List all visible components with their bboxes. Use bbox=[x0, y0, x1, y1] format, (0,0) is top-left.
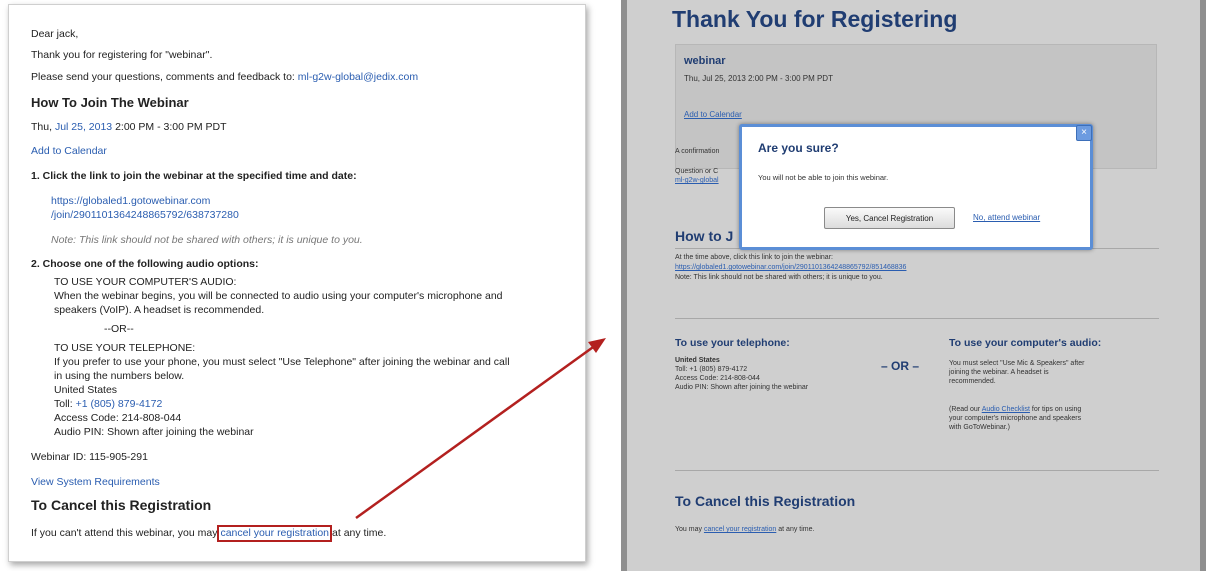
computer-audio-heading: TO USE YOUR COMPUTER'S AUDIO: bbox=[54, 276, 237, 288]
audio-checklist-link[interactable]: Audio Checklist bbox=[982, 406, 1030, 413]
cancel-registration-link[interactable]: cancel your registration bbox=[704, 526, 776, 533]
system-requirements-link[interactable]: View System Requirements bbox=[31, 476, 160, 488]
telephone-toll: Toll: +1 (805) 879-4172 bbox=[675, 366, 748, 373]
join-link[interactable]: https://globaled1.gotowebinar.com bbox=[51, 195, 210, 207]
telephone-access-code: Access Code: 214-808-044 bbox=[54, 412, 182, 424]
email-add-to-calendar[interactable]: Add to Calendar bbox=[31, 145, 107, 158]
toll-number-link[interactable]: +1 (805) 879-4172 bbox=[76, 398, 163, 410]
yes-cancel-registration-button[interactable]: Yes, Cancel Registration bbox=[824, 207, 955, 229]
page-title: Thank You for Registering bbox=[672, 6, 958, 32]
cancel-sentence: If you can't attend this webinar, you ma… bbox=[31, 525, 386, 542]
audio-checklist-suffix: for tips on using bbox=[1031, 406, 1082, 413]
join-url-link[interactable]: https://globaled1.gotowebinar.com/join/2… bbox=[675, 264, 906, 271]
email-feedback: Please send your questions, comments and… bbox=[31, 71, 418, 84]
or-divider: --OR-- bbox=[104, 323, 134, 335]
step-2-text: 2. Choose one of the following audio opt… bbox=[31, 258, 259, 270]
computer-audio-heading: To use your computer's audio: bbox=[949, 337, 1102, 349]
registration-page: Thank You for Registering webinar Thu, J… bbox=[621, 0, 1206, 571]
join-link-continued[interactable]: /join/2901101364248865792/638737280 bbox=[51, 209, 239, 221]
computer-audio-line-2: joining the webinar. A headset is bbox=[949, 369, 1049, 376]
cancel-heading: To Cancel this Registration bbox=[675, 493, 856, 509]
cancel-prefix: If you can't attend this webinar, you ma… bbox=[31, 527, 218, 539]
telephone-toll: Toll: +1 (805) 879-4172 bbox=[54, 398, 162, 411]
cancel-heading: To Cancel this Registration bbox=[31, 497, 212, 513]
close-icon[interactable]: × bbox=[1076, 125, 1092, 141]
questions-email-link[interactable]: ml-g2w-global bbox=[675, 177, 719, 184]
computer-audio-line-4: (Read our Audio Checklist for tips on us… bbox=[949, 406, 1081, 413]
add-to-calendar-link[interactable]: Add to Calendar bbox=[31, 145, 107, 157]
event-name: webinar bbox=[684, 55, 726, 67]
unique-link-note: Note: This link should not be shared wit… bbox=[51, 234, 363, 246]
cancel-prefix: You may bbox=[675, 526, 702, 533]
step-1-text: 1. Click the link to join the webinar at… bbox=[31, 170, 357, 182]
telephone-heading: To use your telephone: bbox=[675, 337, 790, 349]
computer-audio-line-6: with GoToWebinar.) bbox=[949, 424, 1010, 431]
cancel-sentence: You may cancel your registration at any … bbox=[675, 526, 814, 533]
audio-checklist-prefix: (Read our bbox=[949, 406, 981, 413]
computer-audio-line-2: speakers (VoIP). A headset is recommende… bbox=[54, 304, 265, 316]
computer-audio-line-1: When the webinar begins, you will be con… bbox=[54, 290, 503, 302]
join-note: Note: This link should not be shared wit… bbox=[675, 274, 883, 281]
dialog-title: Are you sure? bbox=[758, 141, 839, 155]
confirm-cancel-dialog: × Are you sure? You will not be able to … bbox=[739, 124, 1093, 250]
webinar-id: Webinar ID: 115-905-291 bbox=[31, 451, 148, 463]
email-date: Thu, Jul 25, 2013 2:00 PM - 3:00 PM PDT bbox=[31, 121, 227, 134]
cancel-suffix: at any time. bbox=[778, 526, 815, 533]
toll-prefix: Toll: bbox=[54, 398, 73, 410]
telephone-heading: TO USE YOUR TELEPHONE: bbox=[54, 342, 196, 354]
or-divider: – OR – bbox=[881, 359, 920, 373]
join-link-line-1[interactable]: https://globaled1.gotowebinar.com bbox=[51, 195, 210, 208]
telephone-audio-pin: Audio PIN: Shown after joining the webin… bbox=[675, 384, 809, 391]
how-to-join-heading: How To Join The Webinar bbox=[31, 95, 189, 110]
event-time: Thu, Jul 25, 2013 2:00 PM - 3:00 PM PDT bbox=[684, 74, 833, 83]
dialog-message: You will not be able to join this webina… bbox=[758, 173, 889, 182]
how-to-join-heading: How to J bbox=[675, 228, 734, 244]
cancel-suffix: at any time. bbox=[332, 527, 387, 539]
arrow-head bbox=[588, 338, 606, 353]
join-link-line-2[interactable]: /join/2901101364248865792/638737280 bbox=[51, 209, 239, 222]
date-prefix: Thu, bbox=[31, 121, 53, 133]
telephone-audio-pin: Audio PIN: Shown after joining the webin… bbox=[54, 426, 254, 438]
computer-audio-line-3: recommended. bbox=[949, 378, 996, 385]
feedback-email-link[interactable]: ml-g2w-global@jedix.com bbox=[298, 71, 418, 83]
cancel-registration-link[interactable]: cancel your registration bbox=[217, 525, 333, 542]
questions-text: Question or C bbox=[675, 168, 719, 175]
telephone-line-2: in using the numbers below. bbox=[54, 370, 185, 382]
email-greeting: Dear jack, bbox=[31, 28, 79, 40]
telephone-country: United States bbox=[675, 357, 720, 364]
time-text: 2:00 PM - 3:00 PM PDT bbox=[115, 121, 227, 133]
computer-audio-line-1: You must select "Use Mic & Speakers" aft… bbox=[949, 360, 1085, 367]
telephone-line-1: If you prefer to use your phone, you mus… bbox=[54, 356, 510, 368]
no-attend-webinar-link[interactable]: No, attend webinar bbox=[973, 213, 1040, 222]
telephone-access-code: Access Code: 214-808-044 bbox=[675, 375, 760, 382]
add-to-calendar-link[interactable]: Add to Calendar bbox=[684, 110, 742, 119]
join-instructions: At the time above, click this link to jo… bbox=[675, 254, 833, 261]
email-thanks: Thank you for registering for "webinar". bbox=[31, 49, 213, 61]
confirmation-text: A confirmation bbox=[675, 148, 720, 155]
divider bbox=[675, 318, 1159, 319]
divider bbox=[675, 470, 1159, 471]
date-link[interactable]: Jul 25, 2013 bbox=[55, 121, 112, 133]
confirmation-email: Dear jack, Thank you for registering for… bbox=[8, 4, 586, 562]
system-requirements[interactable]: View System Requirements bbox=[31, 476, 160, 489]
telephone-country: United States bbox=[54, 384, 118, 396]
computer-audio-line-5: your computer's microphone and speakers bbox=[949, 415, 1082, 422]
feedback-prefix: Please send your questions, comments and… bbox=[31, 71, 295, 83]
